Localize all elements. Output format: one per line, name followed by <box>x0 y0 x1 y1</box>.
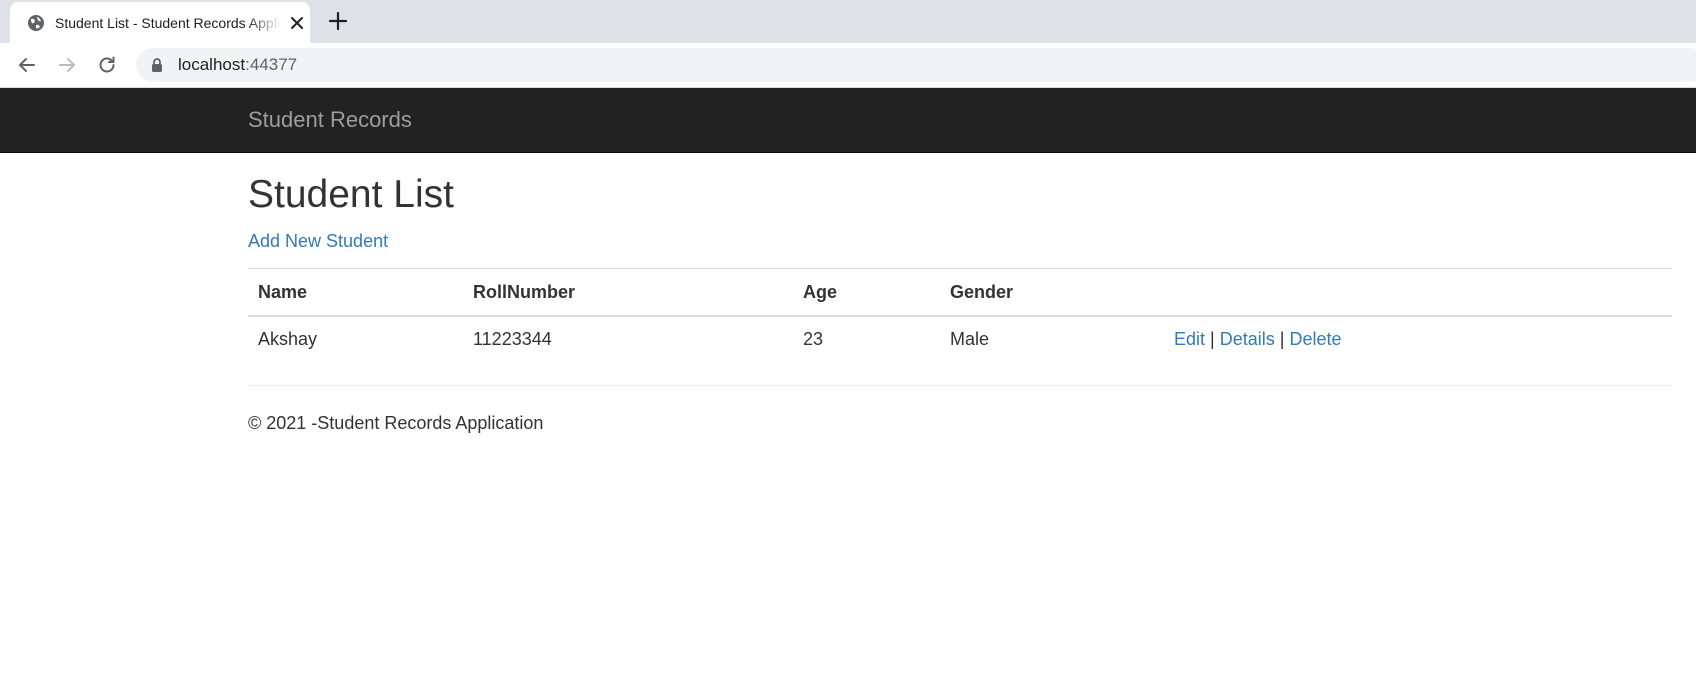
students-table: Name RollNumber Age Gender Akshay 112233… <box>248 268 1672 361</box>
address-url: localhost:44377 <box>178 55 297 75</box>
tab-title: Student List - Student Records Applicati… <box>55 15 281 31</box>
footer-copyright: © 2021 -Student Records Application <box>248 413 544 433</box>
lock-icon <box>152 58 162 72</box>
table-header-row: Name RollNumber Age Gender <box>248 268 1672 317</box>
column-header-rollnumber: RollNumber <box>463 268 793 317</box>
address-bar[interactable]: localhost:44377 <box>136 48 1696 82</box>
add-new-student-link[interactable]: Add New Student <box>248 231 388 251</box>
navbar-brand[interactable]: Student Records <box>248 108 412 132</box>
cell-name: Akshay <box>248 315 463 361</box>
site-navbar: Student Records <box>0 88 1696 153</box>
cell-age: 23 <box>793 315 940 361</box>
cell-gender: Male <box>940 315 1164 361</box>
cell-rollnumber: 11223344 <box>463 315 793 361</box>
browser-tab-active[interactable]: Student List - Student Records Applicati… <box>10 2 310 43</box>
action-separator: | <box>1279 328 1285 349</box>
edit-link[interactable]: Edit <box>1174 329 1205 349</box>
browser-toolbar: localhost:44377 <box>0 43 1696 88</box>
column-header-name: Name <box>248 268 463 317</box>
forward-arrow-icon[interactable] <box>55 53 79 77</box>
url-host: localhost <box>178 55 246 74</box>
back-arrow-icon[interactable] <box>15 53 39 77</box>
globe-icon <box>28 15 44 31</box>
page-title: Student List <box>248 173 454 216</box>
delete-link[interactable]: Delete <box>1290 329 1342 349</box>
reload-icon[interactable] <box>95 53 119 77</box>
column-header-actions <box>1164 268 1672 317</box>
url-port: :44377 <box>245 55 298 74</box>
cell-actions: Edit | Details | Delete <box>1164 315 1672 361</box>
column-header-gender: Gender <box>940 268 1164 317</box>
column-header-age: Age <box>793 268 940 317</box>
footer-divider <box>248 385 1672 386</box>
details-link[interactable]: Details <box>1220 329 1275 349</box>
close-icon[interactable] <box>289 15 305 31</box>
action-separator: | <box>1210 328 1215 349</box>
table-row: Akshay 11223344 23 Male Edit | Details |… <box>248 315 1672 361</box>
plus-icon[interactable] <box>327 10 349 32</box>
browser-tabstrip: Student List - Student Records Applicati… <box>0 0 1696 43</box>
